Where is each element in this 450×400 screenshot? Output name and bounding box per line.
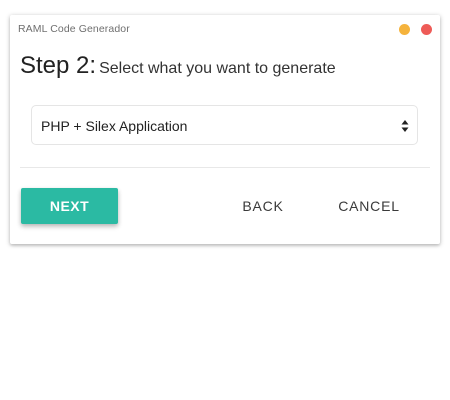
select-updown-arrows-icon [401, 120, 409, 132]
close-button[interactable] [421, 24, 432, 35]
next-button[interactable]: NEXT [21, 188, 118, 224]
divider [20, 167, 430, 168]
window-title: RAML Code Generador [18, 23, 130, 35]
step-instruction: Select what you want to generate [99, 60, 336, 77]
back-button[interactable]: BACK [228, 188, 298, 224]
step-label: Step 2: [20, 52, 97, 79]
titlebar: RAML Code Generador [10, 15, 440, 43]
minimize-button[interactable] [399, 24, 410, 35]
generator-select-value: PHP + Silex Application [41, 118, 188, 134]
page-heading: Step 2: Select what you want to generate [20, 52, 336, 80]
cancel-button[interactable]: CANCEL [327, 188, 411, 224]
generator-select[interactable]: PHP + Silex Application [31, 105, 418, 145]
app-window: RAML Code Generador Step 2: Select what y… [10, 15, 440, 244]
